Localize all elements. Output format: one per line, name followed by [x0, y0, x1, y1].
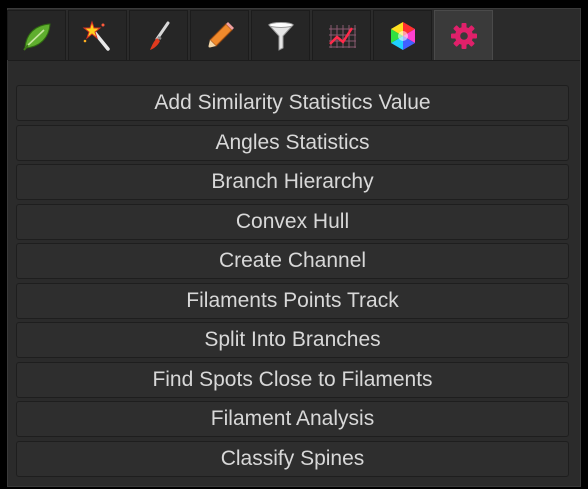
paintbrush-icon [149, 21, 169, 50]
create-channel-button[interactable]: Create Channel [16, 243, 569, 279]
tab-divider [8, 60, 580, 61]
classify-spines-button[interactable]: Classify Spines [16, 440, 569, 477]
extension-button-list: Add Similarity Statistics Value Angles S… [16, 85, 569, 480]
tab-editing[interactable] [190, 10, 249, 60]
filaments-points-track-button[interactable]: Filaments Points Track [16, 282, 569, 319]
branch-hierarchy-button[interactable]: Branch Hierarchy [16, 164, 569, 200]
angles-statistics-button[interactable]: Angles Statistics [16, 124, 569, 161]
tab-painting[interactable] [129, 10, 188, 60]
gear-icon [450, 22, 477, 49]
color-wheel-icon [390, 21, 415, 50]
find-spots-close-to-filaments-button[interactable]: Find Spots Close to Filaments [16, 361, 569, 398]
convex-hull-button[interactable]: Convex Hull [16, 203, 569, 240]
tab-surpass-objects[interactable] [7, 10, 66, 60]
tab-statistics[interactable] [312, 10, 371, 60]
tab-filters[interactable] [251, 10, 310, 60]
pencil-icon [207, 21, 234, 48]
tab-extensions[interactable] [434, 10, 493, 60]
filament-analysis-button[interactable]: Filament Analysis [16, 401, 569, 437]
tab-creation-wizard[interactable] [68, 10, 127, 60]
line-chart-icon [328, 24, 356, 48]
tab-bar [7, 10, 495, 60]
split-into-branches-button[interactable]: Split Into Branches [16, 322, 569, 358]
leaf-icon [22, 22, 51, 51]
filter-funnel-icon [267, 21, 294, 51]
tab-colors[interactable] [373, 10, 432, 60]
magic-wand-icon [82, 19, 110, 51]
add-similarity-statistics-value-button[interactable]: Add Similarity Statistics Value [16, 85, 569, 121]
